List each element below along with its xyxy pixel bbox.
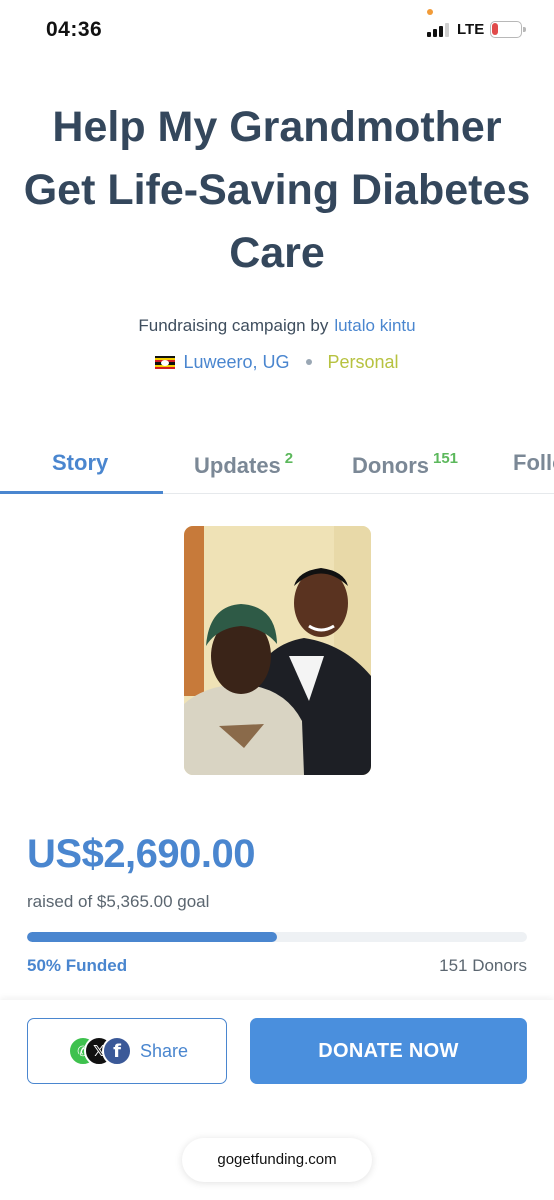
tab-badge: 2 bbox=[284, 450, 294, 467]
creator-link[interactable]: lutalo kintu bbox=[334, 316, 415, 335]
category-link[interactable]: Personal bbox=[328, 352, 399, 372]
share-button[interactable]: ✆ 𝕏 f Share bbox=[27, 1018, 227, 1084]
campaign-tabs: Story Updates2 Donors151 Follo bbox=[0, 436, 554, 494]
amount-raised: US$2,690.00 bbox=[27, 832, 256, 876]
status-bar: 04:36 LTE 7 bbox=[0, 0, 554, 62]
campaign-photo[interactable] bbox=[184, 526, 371, 775]
byline-prefix: Fundraising campaign by bbox=[138, 316, 329, 335]
donors-count[interactable]: 151 Donors bbox=[439, 956, 527, 976]
tab-label: Donors bbox=[352, 453, 429, 478]
tab-donors[interactable]: Donors 151 bbox=[352, 450, 458, 479]
goal-text: raised of $5,365.00 goal bbox=[27, 892, 210, 911]
donate-now-button[interactable]: DONATE NOW bbox=[250, 1018, 527, 1084]
tab-label: Story bbox=[52, 450, 109, 475]
uganda-flag-icon bbox=[155, 356, 176, 369]
tab-updates[interactable]: Updates 2 bbox=[194, 450, 293, 479]
battery-icon: 7 bbox=[490, 21, 526, 38]
tab-label: Follo bbox=[513, 450, 554, 475]
funding-progress-fill bbox=[27, 932, 277, 942]
campaign-meta: Luweero, UG Personal bbox=[0, 352, 554, 373]
separator-dot bbox=[305, 359, 312, 365]
share-icons: ✆ 𝕏 f bbox=[68, 1036, 138, 1068]
tab-badge: 151 bbox=[433, 450, 459, 467]
battery-level: 7 bbox=[502, 23, 510, 35]
campaign-title: Help My Grandmother Get Life-Saving Diab… bbox=[23, 103, 531, 277]
privacy-indicator-dot bbox=[427, 9, 433, 15]
tab-followers[interactable]: Follo bbox=[513, 450, 554, 476]
facebook-icon: f bbox=[102, 1036, 132, 1066]
browser-url-bar[interactable]: gogetfunding.com bbox=[182, 1138, 372, 1182]
active-tab-indicator bbox=[0, 491, 163, 494]
funded-percent: 50% Funded bbox=[27, 956, 128, 975]
tab-label: Updates bbox=[194, 453, 281, 478]
campaign-byline: Fundraising campaign by lutalo kintu bbox=[0, 316, 554, 336]
share-label: Share bbox=[140, 1041, 189, 1061]
signal-icon bbox=[427, 23, 451, 37]
status-time: 04:36 bbox=[46, 18, 103, 41]
location-link[interactable]: Luweero, UG bbox=[183, 352, 289, 372]
funding-progress-bar bbox=[27, 932, 527, 942]
tab-story[interactable]: Story bbox=[52, 450, 108, 476]
network-type: LTE bbox=[457, 21, 485, 38]
